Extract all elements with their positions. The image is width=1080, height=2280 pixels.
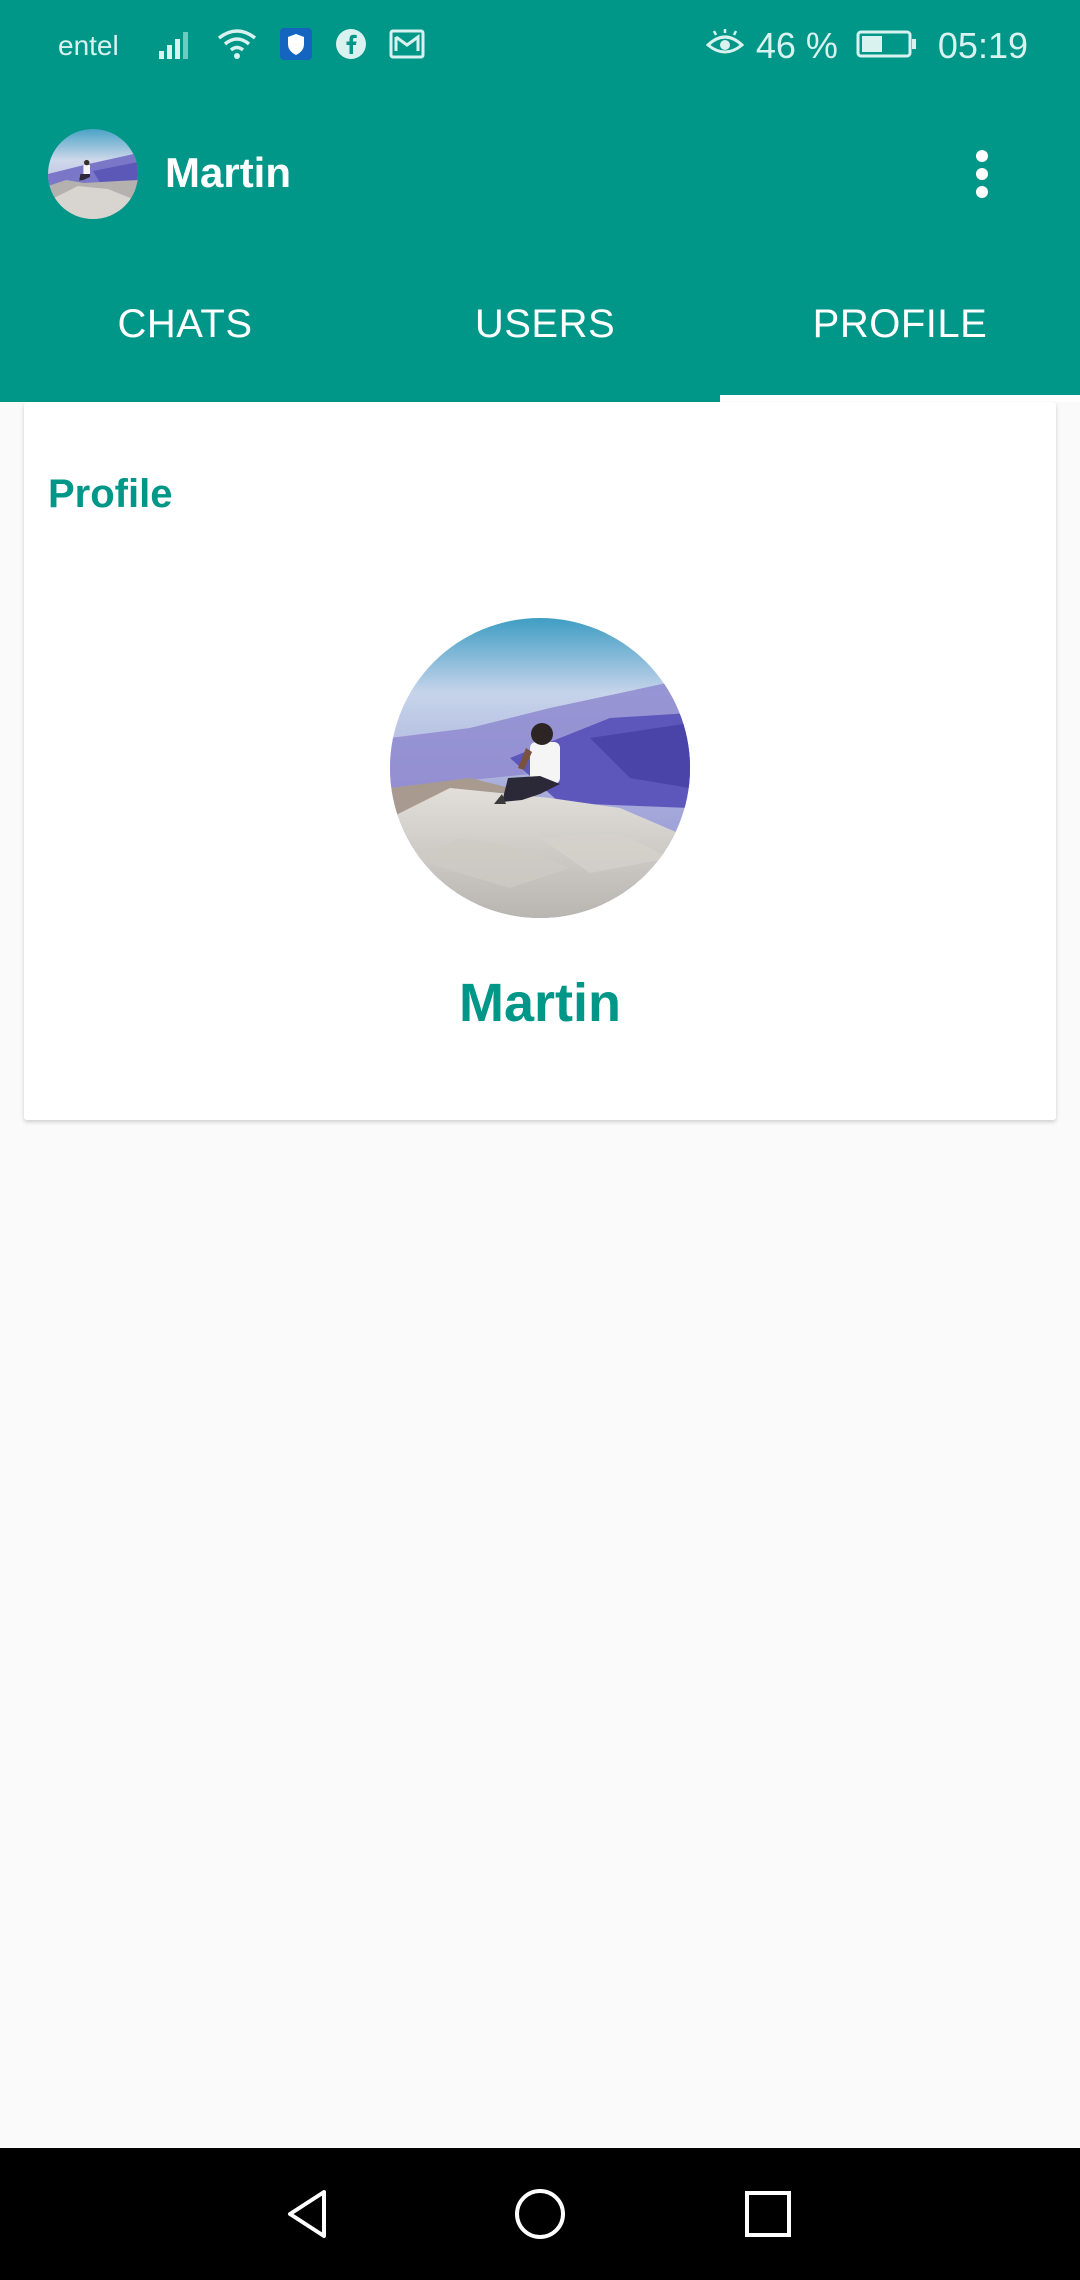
profile-avatar[interactable] — [390, 618, 690, 918]
app-bar: Martin — [0, 92, 1080, 257]
tab-users[interactable]: USERS — [370, 257, 720, 402]
menu-dot — [976, 168, 988, 180]
tab-chats[interactable]: CHATS — [0, 257, 370, 402]
menu-dot — [976, 150, 988, 162]
more-vert-icon[interactable] — [960, 142, 1004, 206]
facebook-icon — [335, 28, 367, 65]
tab-profile[interactable]: PROFILE — [720, 257, 1080, 402]
battery-percent: 46 % — [755, 25, 838, 66]
status-left: entel — [58, 0, 425, 92]
signal-icon — [157, 29, 195, 64]
recents-icon[interactable] — [730, 2176, 806, 2252]
profile-photo — [390, 618, 690, 918]
clock: 05:19 — [937, 25, 1028, 66]
tab-bar: CHATS USERS PROFILE — [0, 257, 1080, 402]
carrier-label: entel — [58, 30, 119, 61]
email-icon — [389, 29, 425, 64]
profile-card: Profile Martin — [24, 402, 1056, 1120]
app-title: Martin — [165, 149, 291, 196]
eye-icon — [705, 28, 745, 64]
home-icon[interactable] — [502, 2176, 578, 2252]
section-title: Profile — [48, 472, 173, 516]
avatar-photo — [48, 129, 138, 219]
wifi-icon — [217, 28, 257, 65]
status-right: 46 % 05:19 — [705, 0, 1028, 92]
profile-name: Martin — [459, 973, 621, 1033]
battery-icon — [856, 29, 918, 64]
status-bar: entel 46 % 05:19 — [0, 0, 1080, 92]
shield-icon — [279, 27, 313, 66]
avatar[interactable] — [48, 129, 138, 219]
menu-dot — [976, 186, 988, 198]
system-nav-bar — [0, 2148, 1080, 2280]
back-icon[interactable] — [270, 2176, 346, 2252]
